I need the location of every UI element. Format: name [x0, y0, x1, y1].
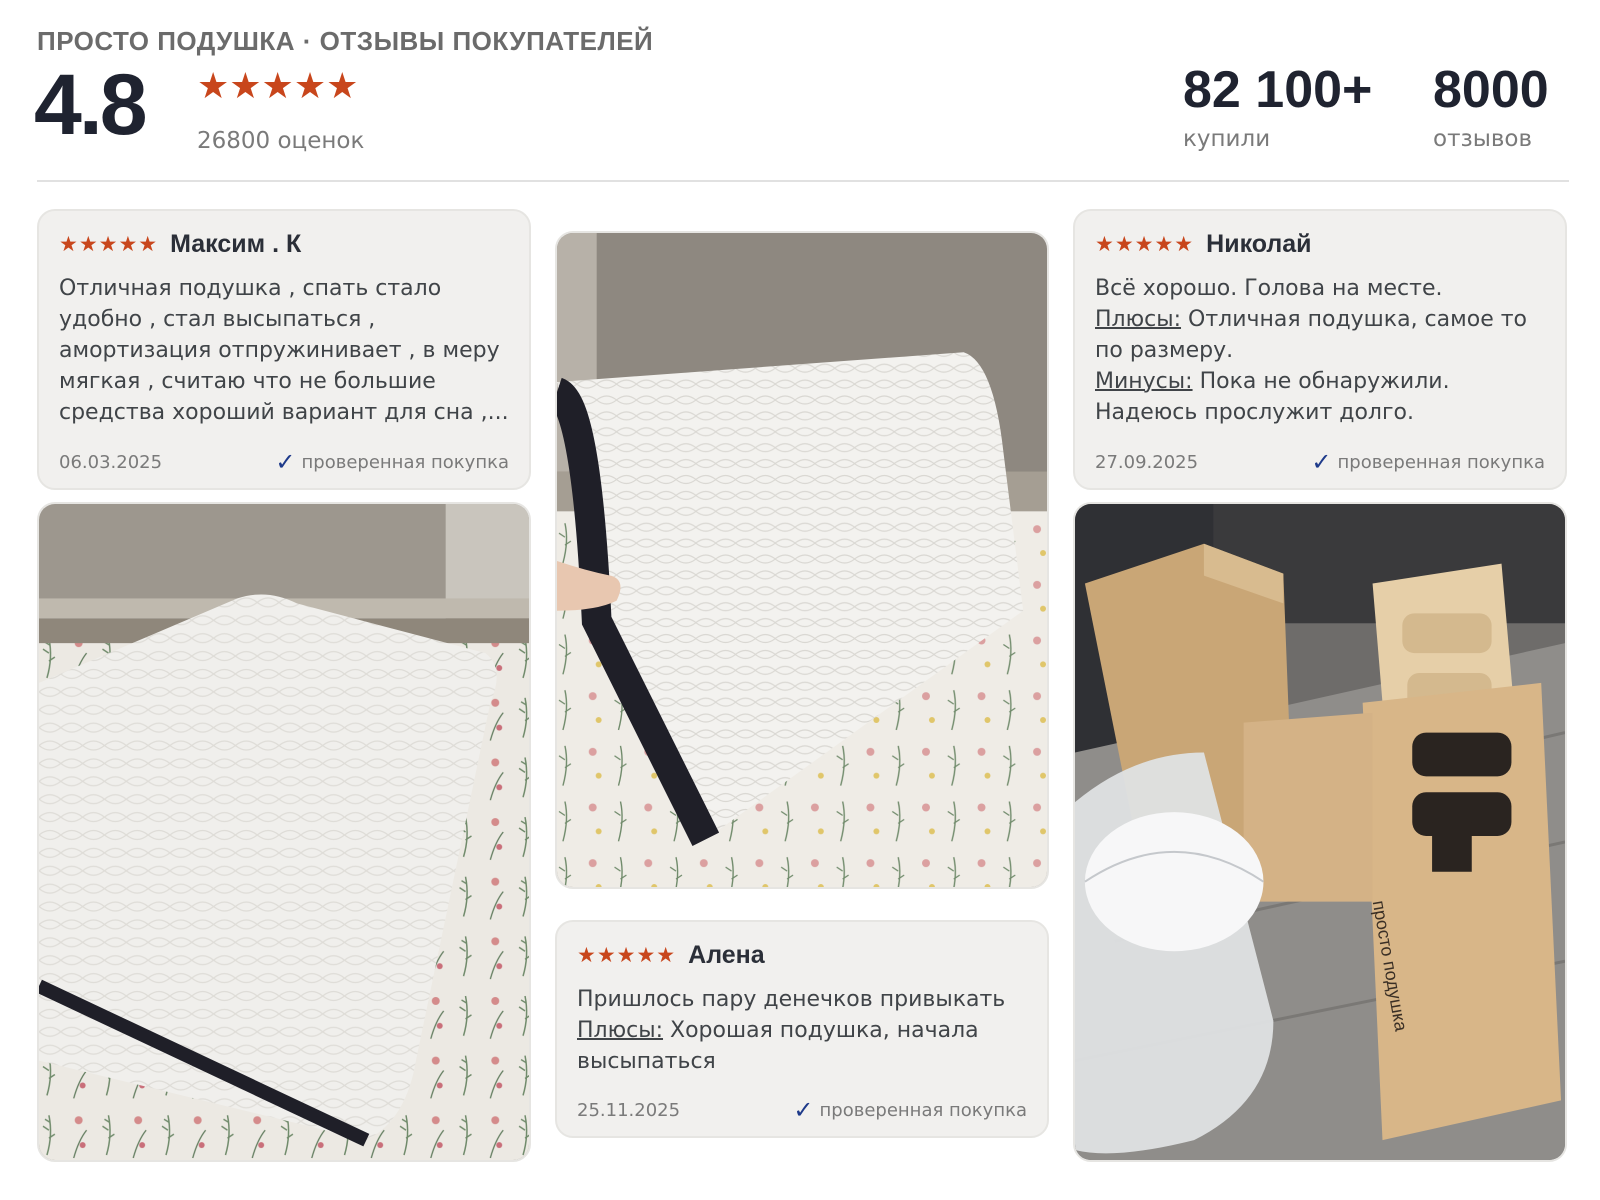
- review-comment: Всё хорошо. Голова на месте.: [1095, 276, 1443, 301]
- pillow-on-bed-image: [39, 504, 529, 1160]
- review-author: Николай: [1206, 229, 1312, 258]
- verified-label: проверенная покупка: [1337, 451, 1545, 473]
- review-stars-icon: ★★★★★: [577, 943, 677, 967]
- pillow-held-image: [557, 233, 1047, 887]
- cons-label: Минусы:: [1095, 369, 1193, 394]
- verified-badge: ✓ проверенная покупка: [793, 1098, 1027, 1122]
- verified-label: проверенная покупка: [301, 451, 509, 473]
- review-photo[interactable]: [555, 231, 1049, 889]
- pros-label: Плюсы:: [1095, 307, 1182, 332]
- review-header: ★★★★★ Алена: [577, 938, 1027, 972]
- brand-title: ПРОСТО ПОДУШКА · ОТЗЫВЫ ПОКУПАТЕЛЕЙ: [37, 26, 654, 56]
- review-card[interactable]: ★★★★★ Николай Всё хорошо. Голова на мест…: [1073, 209, 1567, 490]
- stat-bought-value: 82 100+: [1183, 61, 1373, 119]
- review-comment: Пришлось пару денечков привыкать: [577, 987, 1006, 1012]
- check-icon: ✓: [1311, 448, 1332, 476]
- review-photo[interactable]: [37, 502, 531, 1162]
- review-footer: 06.03.2025 ✓ проверенная покупка: [59, 450, 509, 474]
- rating-stars-icon: ★★★★★: [197, 66, 359, 107]
- review-date: 06.03.2025: [59, 451, 163, 473]
- review-date: 27.09.2025: [1095, 451, 1199, 473]
- ratings-count: 26800 оценок: [197, 128, 365, 154]
- average-rating: 4.8: [34, 57, 148, 153]
- review-header: ★★★★★ Николай: [1095, 227, 1545, 261]
- check-icon: ✓: [275, 448, 296, 476]
- review-card[interactable]: ★★★★★ Алена Пришлось пару денечков привы…: [555, 920, 1049, 1138]
- review-author: Максим . К: [170, 229, 302, 258]
- review-text: Отличная подушка , спать стало удобно , …: [59, 276, 509, 425]
- stat-reviews: 8000 отзывов: [1433, 60, 1549, 152]
- review-photo[interactable]: просто подушка: [1073, 502, 1567, 1162]
- review-date: 25.11.2025: [577, 1099, 681, 1121]
- review-header: ★★★★★ Максим . К: [59, 227, 509, 261]
- pros-label: Плюсы:: [577, 1018, 664, 1043]
- review-stars-icon: ★★★★★: [59, 232, 159, 256]
- review-text: Всё хорошо. Голова на месте. Плюсы: Отли…: [1095, 273, 1545, 428]
- stat-bought-label: купили: [1183, 126, 1271, 152]
- verified-badge: ✓ проверенная покупка: [1311, 450, 1545, 474]
- boxes-unpacked-image: просто подушка: [1075, 504, 1565, 1160]
- stat-reviews-label: отзывов: [1433, 126, 1533, 152]
- review-footer: 25.11.2025 ✓ проверенная покупка: [577, 1098, 1027, 1122]
- stat-reviews-value: 8000: [1433, 61, 1549, 119]
- review-footer: 27.09.2025 ✓ проверенная покупка: [1095, 450, 1545, 474]
- review-text: Пришлось пару денечков привыкать Плюсы: …: [577, 984, 1027, 1077]
- verified-label: проверенная покупка: [819, 1099, 1027, 1121]
- review-card[interactable]: ★★★★★ Максим . К Отличная подушка , спат…: [37, 209, 531, 490]
- check-icon: ✓: [793, 1096, 814, 1124]
- header-divider: [37, 180, 1569, 182]
- review-stars-icon: ★★★★★: [1095, 232, 1195, 256]
- review-author: Алена: [688, 940, 765, 969]
- verified-badge: ✓ проверенная покупка: [275, 450, 509, 474]
- stat-bought: 82 100+ купили: [1183, 60, 1372, 152]
